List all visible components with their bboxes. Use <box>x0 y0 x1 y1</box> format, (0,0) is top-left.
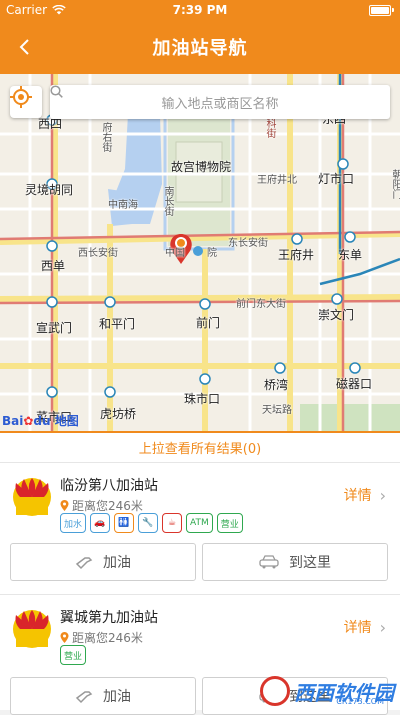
chevron-right-icon: › <box>380 486 386 505</box>
detail-button[interactable]: 详情 › <box>344 485 386 505</box>
page-title: 加油站导航 <box>153 34 248 60</box>
petrochina-logo-icon <box>12 477 52 517</box>
watermark-sub: CR173.COM <box>336 697 384 706</box>
detail-label: 详情 <box>344 617 372 637</box>
chevron-right-icon: › <box>380 618 386 637</box>
station-distance: 距离您246米 <box>60 497 143 514</box>
car-icon <box>259 555 279 569</box>
map-view[interactable]: 西四 府右街 故宫博物院 王府井北 东四 灯市口 灵境胡同 中南海 南长街 朝阳… <box>0 74 400 431</box>
atm-icon: ATM <box>186 513 213 533</box>
map-label-nanchangjie: 南长街 <box>160 186 175 216</box>
search-placeholder: 输入地点或商区名称 <box>161 93 278 112</box>
nav-bar: 加油站导航 <box>0 20 400 74</box>
navigate-button[interactable]: 到这里 <box>202 543 388 581</box>
map-label-zhushikou: 珠市口 <box>184 390 220 407</box>
map-label-xidan: 西单 <box>41 257 65 274</box>
results-pull-bar[interactable]: 上拉查看所有结果(0) <box>0 431 400 462</box>
locate-button[interactable] <box>10 86 42 118</box>
station-card[interactable]: 临汾第八加油站 距离您246米 详情 › 加水 🚗 🚻 🔧 ☕ ATM 营业 加… <box>0 462 400 594</box>
map-label-dongdan: 东单 <box>338 246 362 263</box>
refuel-button[interactable]: 加油 <box>10 677 196 715</box>
back-button[interactable] <box>10 33 38 61</box>
baidu-logo-text: Bai <box>2 414 23 428</box>
map-label-dengshikou: 灯市口 <box>318 170 354 187</box>
map-label-wangfujingbei: 王府井北 <box>257 171 297 186</box>
map-label-qianmendongdajie: 前门东大街 <box>236 295 286 310</box>
open-status-tag: 营业 <box>217 513 243 533</box>
distance-text: 距离您246米 <box>72 497 143 514</box>
map-label-chaoyangmen: 朝阳门 <box>388 169 400 199</box>
map-label-xichanganjie: 西长安街 <box>78 244 118 259</box>
map-label-zhongguo: 中国 <box>165 244 185 259</box>
fuel-nozzle-icon <box>75 688 93 704</box>
search-input[interactable]: 输入地点或商区名称 <box>50 85 390 119</box>
map-label-yu: 院 <box>207 244 217 259</box>
baidu-map-logo: Bai✿du 地图 <box>2 412 79 429</box>
open-status-tag: 营业 <box>60 645 86 665</box>
location-pin-icon <box>60 500 69 511</box>
map-label-tianqiaolu: 天坛路 <box>262 401 292 416</box>
map-label-gugong: 故宫博物院 <box>171 158 231 175</box>
results-count-label: 上拉查看所有结果(0) <box>139 438 261 457</box>
car-wash-icon: 🚗 <box>90 513 110 533</box>
detail-button[interactable]: 详情 › <box>344 617 386 637</box>
map-label-wangfujing: 王府井 <box>278 246 314 263</box>
water-service-tag: 加水 <box>60 513 86 533</box>
watermark: 西西软件园 CR173.COM <box>260 676 394 706</box>
search-icon <box>50 85 63 98</box>
service-tags: 营业 <box>60 645 86 665</box>
refuel-label: 加油 <box>103 686 131 706</box>
map-label-hufangqiao: 虎坊桥 <box>100 405 136 422</box>
map-label-chongwenmen: 崇文门 <box>318 306 354 323</box>
petrochina-logo-icon <box>12 609 52 649</box>
map-label-xuanwumen: 宣武门 <box>36 319 72 336</box>
status-time: 7:39 PM <box>0 3 400 17</box>
map-label-qianmen: 前门 <box>196 314 220 331</box>
wrench-icon: 🔧 <box>138 513 158 533</box>
map-label-zhongnanhai: 中南海 <box>108 196 138 211</box>
fuel-nozzle-icon <box>75 554 93 570</box>
cafe-icon: ☕ <box>162 513 182 533</box>
status-bar: Carrier 7:39 PM <box>0 0 400 20</box>
navigate-label: 到这里 <box>289 552 331 572</box>
service-tags: 加水 🚗 🚻 🔧 ☕ ATM 营业 <box>60 513 243 533</box>
map-label-lingjinghutong: 灵境胡同 <box>25 181 73 198</box>
chevron-left-icon <box>18 38 30 56</box>
toilet-icon: 🚻 <box>114 513 134 533</box>
map-label-fuyoujie: 府右街 <box>98 122 113 152</box>
distance-text: 距离您246米 <box>72 629 143 646</box>
station-name: 翼城第九加油站 <box>60 607 158 627</box>
refuel-label: 加油 <box>103 552 131 572</box>
map-label-qiaowan: 桥湾 <box>264 376 288 393</box>
refuel-button[interactable]: 加油 <box>10 543 196 581</box>
crosshair-icon <box>10 86 32 108</box>
map-label-hepingmen: 和平门 <box>99 315 135 332</box>
station-distance: 距离您246米 <box>60 629 143 646</box>
baidu-paw-icon: ✿ <box>23 414 33 428</box>
map-label-ciqikou: 磁器口 <box>336 375 372 392</box>
watermark-logo-icon <box>260 676 290 706</box>
station-name: 临汾第八加油站 <box>60 475 158 495</box>
baidu-map-text: 地图 <box>55 414 79 428</box>
detail-label: 详情 <box>344 485 372 505</box>
map-label-dongchanganjie: 东长安街 <box>228 234 268 249</box>
map-label-kejie: 科街 <box>262 118 277 138</box>
baidu-du-text: du <box>33 414 50 428</box>
location-pin-icon <box>60 632 69 643</box>
